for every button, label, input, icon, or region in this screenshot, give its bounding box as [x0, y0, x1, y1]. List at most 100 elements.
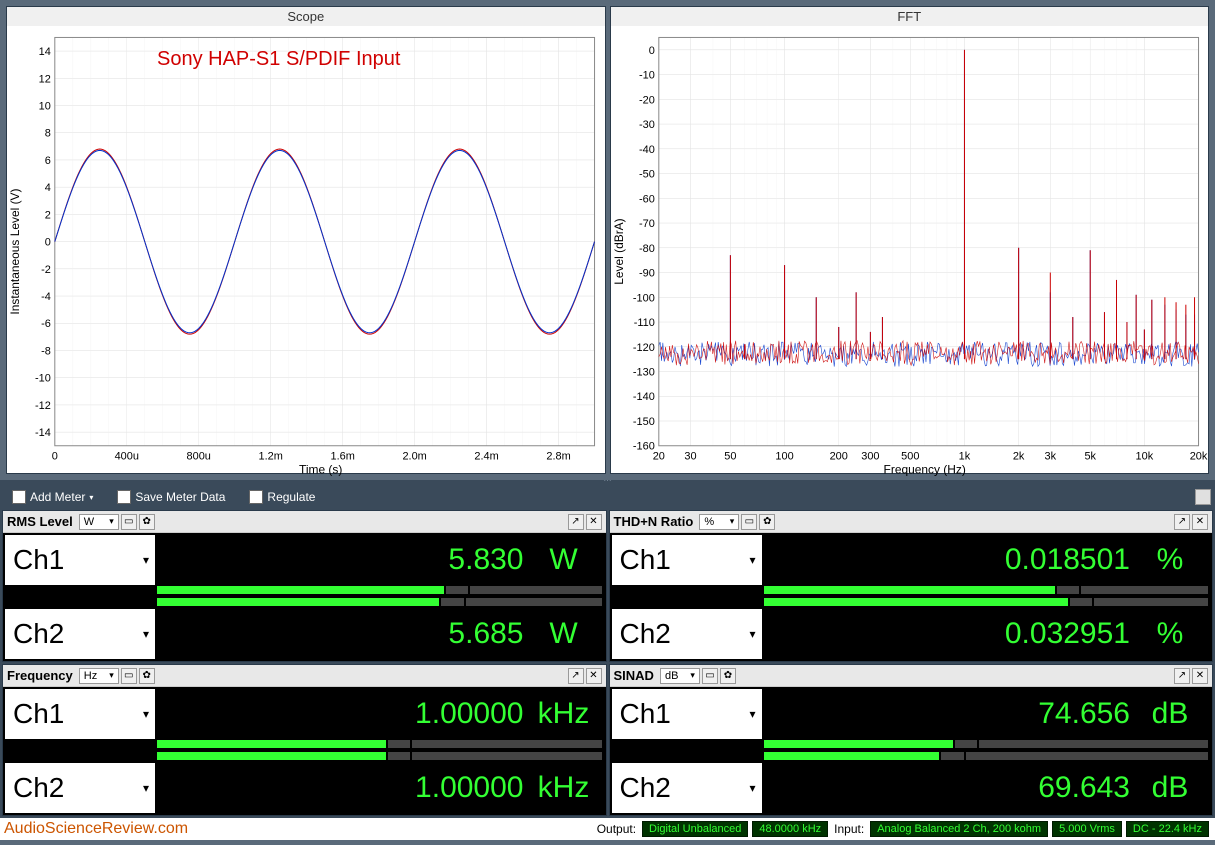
input-level[interactable]: 5.000 Vrms: [1052, 821, 1122, 837]
thdn-ch2-reading: 0.032951 %: [762, 609, 1211, 659]
site-watermark: AudioScienceReview.com: [4, 820, 188, 838]
svg-text:10: 10: [39, 100, 51, 112]
output-mode[interactable]: Digital Unbalanced: [642, 821, 748, 837]
svg-text:-12: -12: [35, 400, 51, 412]
sinad-zoom-icon[interactable]: ▭: [702, 668, 718, 684]
export-button[interactable]: [1195, 489, 1211, 505]
freq-ch2-bar: [157, 752, 602, 760]
thdn-zoom-icon[interactable]: ▭: [741, 514, 757, 530]
thdn-gear-icon[interactable]: ✿: [759, 514, 775, 530]
charts-area: Scope Sony HAP-S1 S/PDIF Input Instantan…: [0, 0, 1215, 480]
svg-text:10k: 10k: [1135, 451, 1153, 463]
thdn-unit-select[interactable]: %: [699, 514, 739, 530]
sinad-gear-icon[interactable]: ✿: [720, 668, 736, 684]
rms-ch2-value: 5.685: [448, 617, 523, 651]
svg-text:400u: 400u: [115, 451, 139, 463]
freq-unit-select[interactable]: Hz: [79, 668, 119, 684]
rms-meter-panel: RMS Level W ▭ ✿ ↗ ✕ Ch1 5.830 W Ch2: [2, 510, 607, 662]
svg-text:1k: 1k: [958, 451, 970, 463]
thdn-ch1-bar: [764, 586, 1209, 594]
rms-bars: [5, 585, 604, 609]
thdn-bars: [612, 585, 1211, 609]
svg-text:20: 20: [652, 451, 664, 463]
sinad-ch2-reading: 69.643 dB: [762, 763, 1211, 813]
regulate-button[interactable]: Regulate: [241, 488, 323, 506]
thdn-ch2-label[interactable]: Ch2: [612, 609, 762, 659]
svg-text:800u: 800u: [187, 451, 211, 463]
output-rate[interactable]: 48.0000 kHz: [752, 821, 828, 837]
rms-unit-select[interactable]: W: [79, 514, 119, 530]
input-label: Input:: [834, 822, 864, 836]
freq-ch1-value: 1.00000: [415, 697, 523, 731]
save-meter-button[interactable]: Save Meter Data: [109, 488, 233, 506]
freq-popout-icon[interactable]: ↗: [568, 668, 584, 684]
svg-text:-6: -6: [41, 318, 51, 330]
svg-text:5k: 5k: [1084, 451, 1096, 463]
sinad-popout-icon[interactable]: ↗: [1174, 668, 1190, 684]
thdn-body: Ch1 0.018501 % Ch2 0.032951 %: [610, 533, 1213, 661]
save-icon: [117, 490, 131, 504]
svg-text:-100: -100: [632, 292, 654, 304]
svg-text:-130: -130: [632, 366, 654, 378]
freq-close-icon[interactable]: ✕: [586, 668, 602, 684]
sinad-ch1-reading: 74.656 dB: [762, 689, 1211, 739]
status-bar: AudioScienceReview.com Output: Digital U…: [0, 818, 1215, 840]
fft-title: FFT: [611, 7, 1209, 26]
input-bw[interactable]: DC - 22.4 kHz: [1126, 821, 1209, 837]
thdn-header: THD+N Ratio % ▭ ✿ ↗ ✕: [610, 511, 1213, 533]
fft-ylabel: Level (dBrA): [611, 218, 625, 284]
sinad-title: SINAD: [614, 668, 654, 683]
sinad-ch1-unit: dB: [1130, 697, 1210, 731]
svg-text:-2: -2: [41, 264, 51, 276]
meters-area: RMS Level W ▭ ✿ ↗ ✕ Ch1 5.830 W Ch2: [0, 508, 1215, 818]
freq-bars: [5, 739, 604, 763]
rms-header: RMS Level W ▭ ✿ ↗ ✕: [3, 511, 606, 533]
svg-text:2.0m: 2.0m: [402, 451, 426, 463]
sinad-close-icon[interactable]: ✕: [1192, 668, 1208, 684]
fft-body[interactable]: Level (dBrA) Frequency (Hz) -160-150-140…: [611, 26, 1209, 477]
thdn-ch1-reading: 0.018501 %: [762, 535, 1211, 585]
svg-text:-140: -140: [632, 391, 654, 403]
sinad-ch1-label[interactable]: Ch1: [612, 689, 762, 739]
save-meter-label: Save Meter Data: [135, 490, 225, 504]
freq-ch1-label[interactable]: Ch1: [5, 689, 155, 739]
rms-ch1-reading: 5.830 W: [155, 535, 604, 585]
fft-xlabel: Frequency (Hz): [883, 463, 965, 477]
svg-text:-60: -60: [639, 193, 655, 205]
scope-yticks: -14-12-10-8-6-4-202468101214: [35, 46, 51, 439]
svg-text:-4: -4: [41, 291, 51, 303]
fft-panel: FFT Level (dBrA) Frequency (Hz) -160-150…: [610, 6, 1210, 474]
add-meter-button[interactable]: Add Meter ▾: [4, 488, 101, 506]
input-mode[interactable]: Analog Balanced 2 Ch, 200 kohm: [870, 821, 1048, 837]
freq-zoom-icon[interactable]: ▭: [121, 668, 137, 684]
rms-close-icon[interactable]: ✕: [586, 514, 602, 530]
rms-popout-icon[interactable]: ↗: [568, 514, 584, 530]
freq-gear-icon[interactable]: ✿: [139, 668, 155, 684]
sinad-ch2-label[interactable]: Ch2: [612, 763, 762, 813]
thdn-popout-icon[interactable]: ↗: [1174, 514, 1190, 530]
scope-axes: Instantaneous Level (V) Time (s) -14-12-…: [8, 46, 571, 477]
rms-gear-icon[interactable]: ✿: [139, 514, 155, 530]
svg-text:20k: 20k: [1189, 451, 1207, 463]
rms-ch1-label[interactable]: Ch1: [5, 535, 155, 585]
freq-ch1-reading: 1.00000 kHz: [155, 689, 604, 739]
rms-ch2-bar: [157, 598, 602, 606]
thdn-ch2-unit: %: [1130, 617, 1210, 651]
svg-text:14: 14: [39, 46, 51, 58]
sinad-ch2-unit: dB: [1130, 771, 1210, 805]
rms-zoom-icon[interactable]: ▭: [121, 514, 137, 530]
rms-ch2-label[interactable]: Ch2: [5, 609, 155, 659]
sinad-unit-select[interactable]: dB: [660, 668, 700, 684]
fft-xticks: 2030501002003005001k2k3k5k10k20k: [652, 451, 1207, 463]
thdn-close-icon[interactable]: ✕: [1192, 514, 1208, 530]
rms-ch1-unit: W: [524, 543, 604, 577]
scope-annotation: Sony HAP-S1 S/PDIF Input: [157, 48, 400, 71]
thdn-ch1-label[interactable]: Ch1: [612, 535, 762, 585]
fft-yticks: -160-150-140-130-120-110-100-90-80-70-60…: [632, 45, 654, 453]
freq-title: Frequency: [7, 668, 73, 683]
thdn-ch2-row: Ch2 0.032951 %: [612, 609, 1211, 659]
freq-ch2-row: Ch2 1.00000 kHz: [5, 763, 604, 813]
freq-ch2-label[interactable]: Ch2: [5, 763, 155, 813]
scope-body[interactable]: Sony HAP-S1 S/PDIF Input Instantaneous L…: [7, 26, 605, 477]
rms-ch1-bar: [157, 586, 602, 594]
